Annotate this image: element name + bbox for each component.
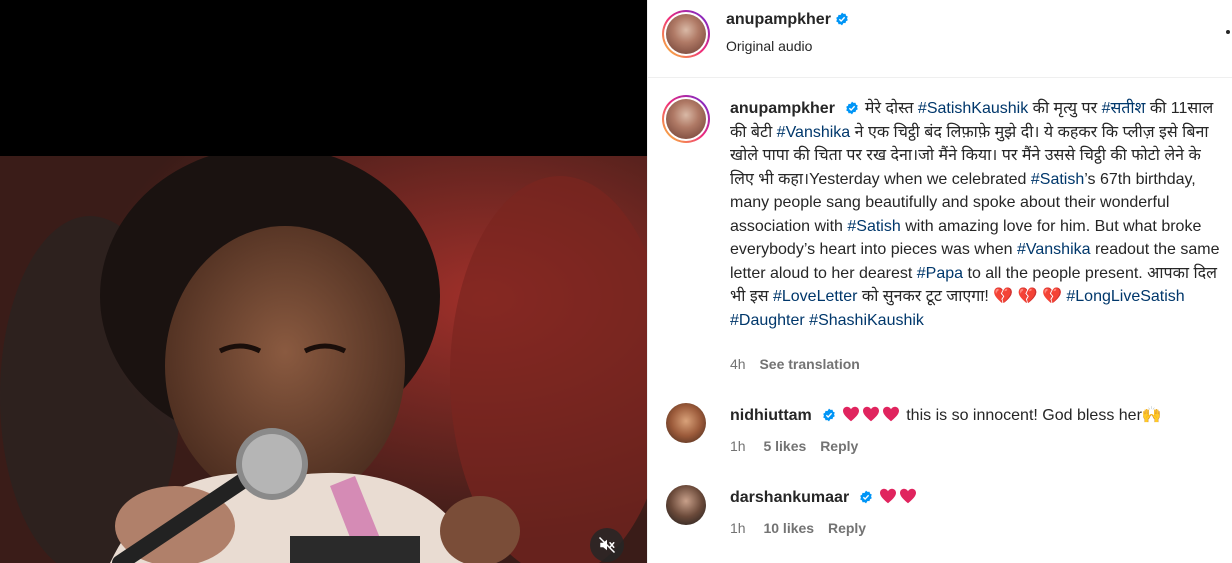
hashtag-link[interactable]: #Vanshika — [1017, 241, 1091, 258]
hashtag-link[interactable]: #Daughter — [730, 312, 805, 329]
comment-likes[interactable]: 10 likes — [763, 520, 814, 536]
comment-timestamp[interactable]: 1h — [730, 520, 746, 536]
hashtag-link[interactable]: #LongLiveSatish — [1066, 288, 1184, 305]
red-heart-icon — [842, 406, 859, 422]
comment-meta: 1h 10 likes Reply — [730, 520, 866, 536]
caption-text-segment: की मृत्यु पर — [1028, 100, 1102, 117]
audio-label[interactable]: Original audio — [726, 38, 812, 54]
video-letterbox — [0, 0, 647, 156]
hashtag-link[interactable]: #SatishKaushik — [918, 100, 1028, 117]
verified-badge-icon — [860, 490, 872, 504]
comment-item: nidhiuttam this is so innocent! God bles… — [730, 405, 1162, 425]
hashtag-link[interactable]: #ShashiKaushik — [809, 312, 924, 329]
author-avatar[interactable] — [662, 10, 710, 58]
hashtag-link[interactable]: #Vanshika — [777, 124, 851, 141]
see-translation-button[interactable]: See translation — [759, 356, 859, 372]
video-frame[interactable] — [0, 156, 647, 563]
comment-meta: 1h 5 likes Reply — [730, 438, 858, 454]
red-heart-icon — [900, 488, 917, 504]
red-heart-icon — [880, 488, 897, 504]
caption-text: मेरे दोस्त #SatishKaushik की मृत्यु पर #… — [730, 100, 1219, 329]
caption-author-avatar[interactable] — [662, 95, 710, 143]
hashtag-link[interactable]: #Satish — [847, 218, 900, 235]
caption-text-segment: मेरे दोस्त — [864, 100, 918, 117]
author-username[interactable]: anupampkher — [726, 11, 831, 28]
caption-meta: 4h See translation — [730, 356, 860, 372]
comment-avatar-darshankumaar[interactable] — [666, 485, 706, 525]
comment-hearts — [842, 406, 906, 424]
comment-item: darshankumaar — [730, 488, 919, 507]
hashtag-link[interactable]: #Papa — [917, 265, 963, 282]
reply-button[interactable]: Reply — [828, 520, 866, 536]
post-caption: anupampkher मेरे दोस्त #SatishKaushik की … — [730, 97, 1220, 332]
post-header: anupampkher Original audio — [648, 0, 1232, 78]
comment-likes[interactable]: 5 likes — [763, 438, 806, 454]
mute-toggle-button[interactable] — [590, 528, 624, 562]
verified-badge-icon — [846, 101, 858, 115]
comment-username[interactable]: nidhiuttam — [730, 407, 812, 424]
caption-text-segment: को सुनकर टूट जाएगा! 💔 💔 💔 — [857, 288, 1067, 305]
comment-timestamp[interactable]: 1h — [730, 438, 746, 454]
comment-username[interactable]: darshankumaar — [730, 489, 849, 506]
hashtag-link[interactable]: #LoveLetter — [773, 288, 858, 305]
caption-timestamp[interactable]: 4h — [730, 356, 746, 372]
reply-button[interactable]: Reply — [820, 438, 858, 454]
more-options-icon[interactable] — [1226, 30, 1230, 34]
hashtag-link[interactable]: #सतीश — [1102, 100, 1146, 117]
verified-badge-icon — [836, 12, 848, 26]
comment-text: this is so innocent! God bless her🙌 — [906, 407, 1162, 424]
comment-hearts — [879, 488, 919, 506]
red-heart-icon — [882, 406, 899, 422]
caption-username[interactable]: anupampkher — [730, 100, 835, 117]
verified-badge-icon — [822, 408, 835, 422]
video-still-illustration — [0, 156, 647, 563]
hashtag-link[interactable]: #Satish — [1031, 171, 1084, 188]
post-details-panel: anupampkher Original audio anupampkher मे… — [648, 0, 1232, 563]
post-media[interactable] — [0, 0, 647, 563]
comment-avatar-nidhiuttam[interactable] — [666, 403, 706, 443]
mute-icon — [598, 536, 616, 554]
red-heart-icon — [862, 406, 879, 422]
